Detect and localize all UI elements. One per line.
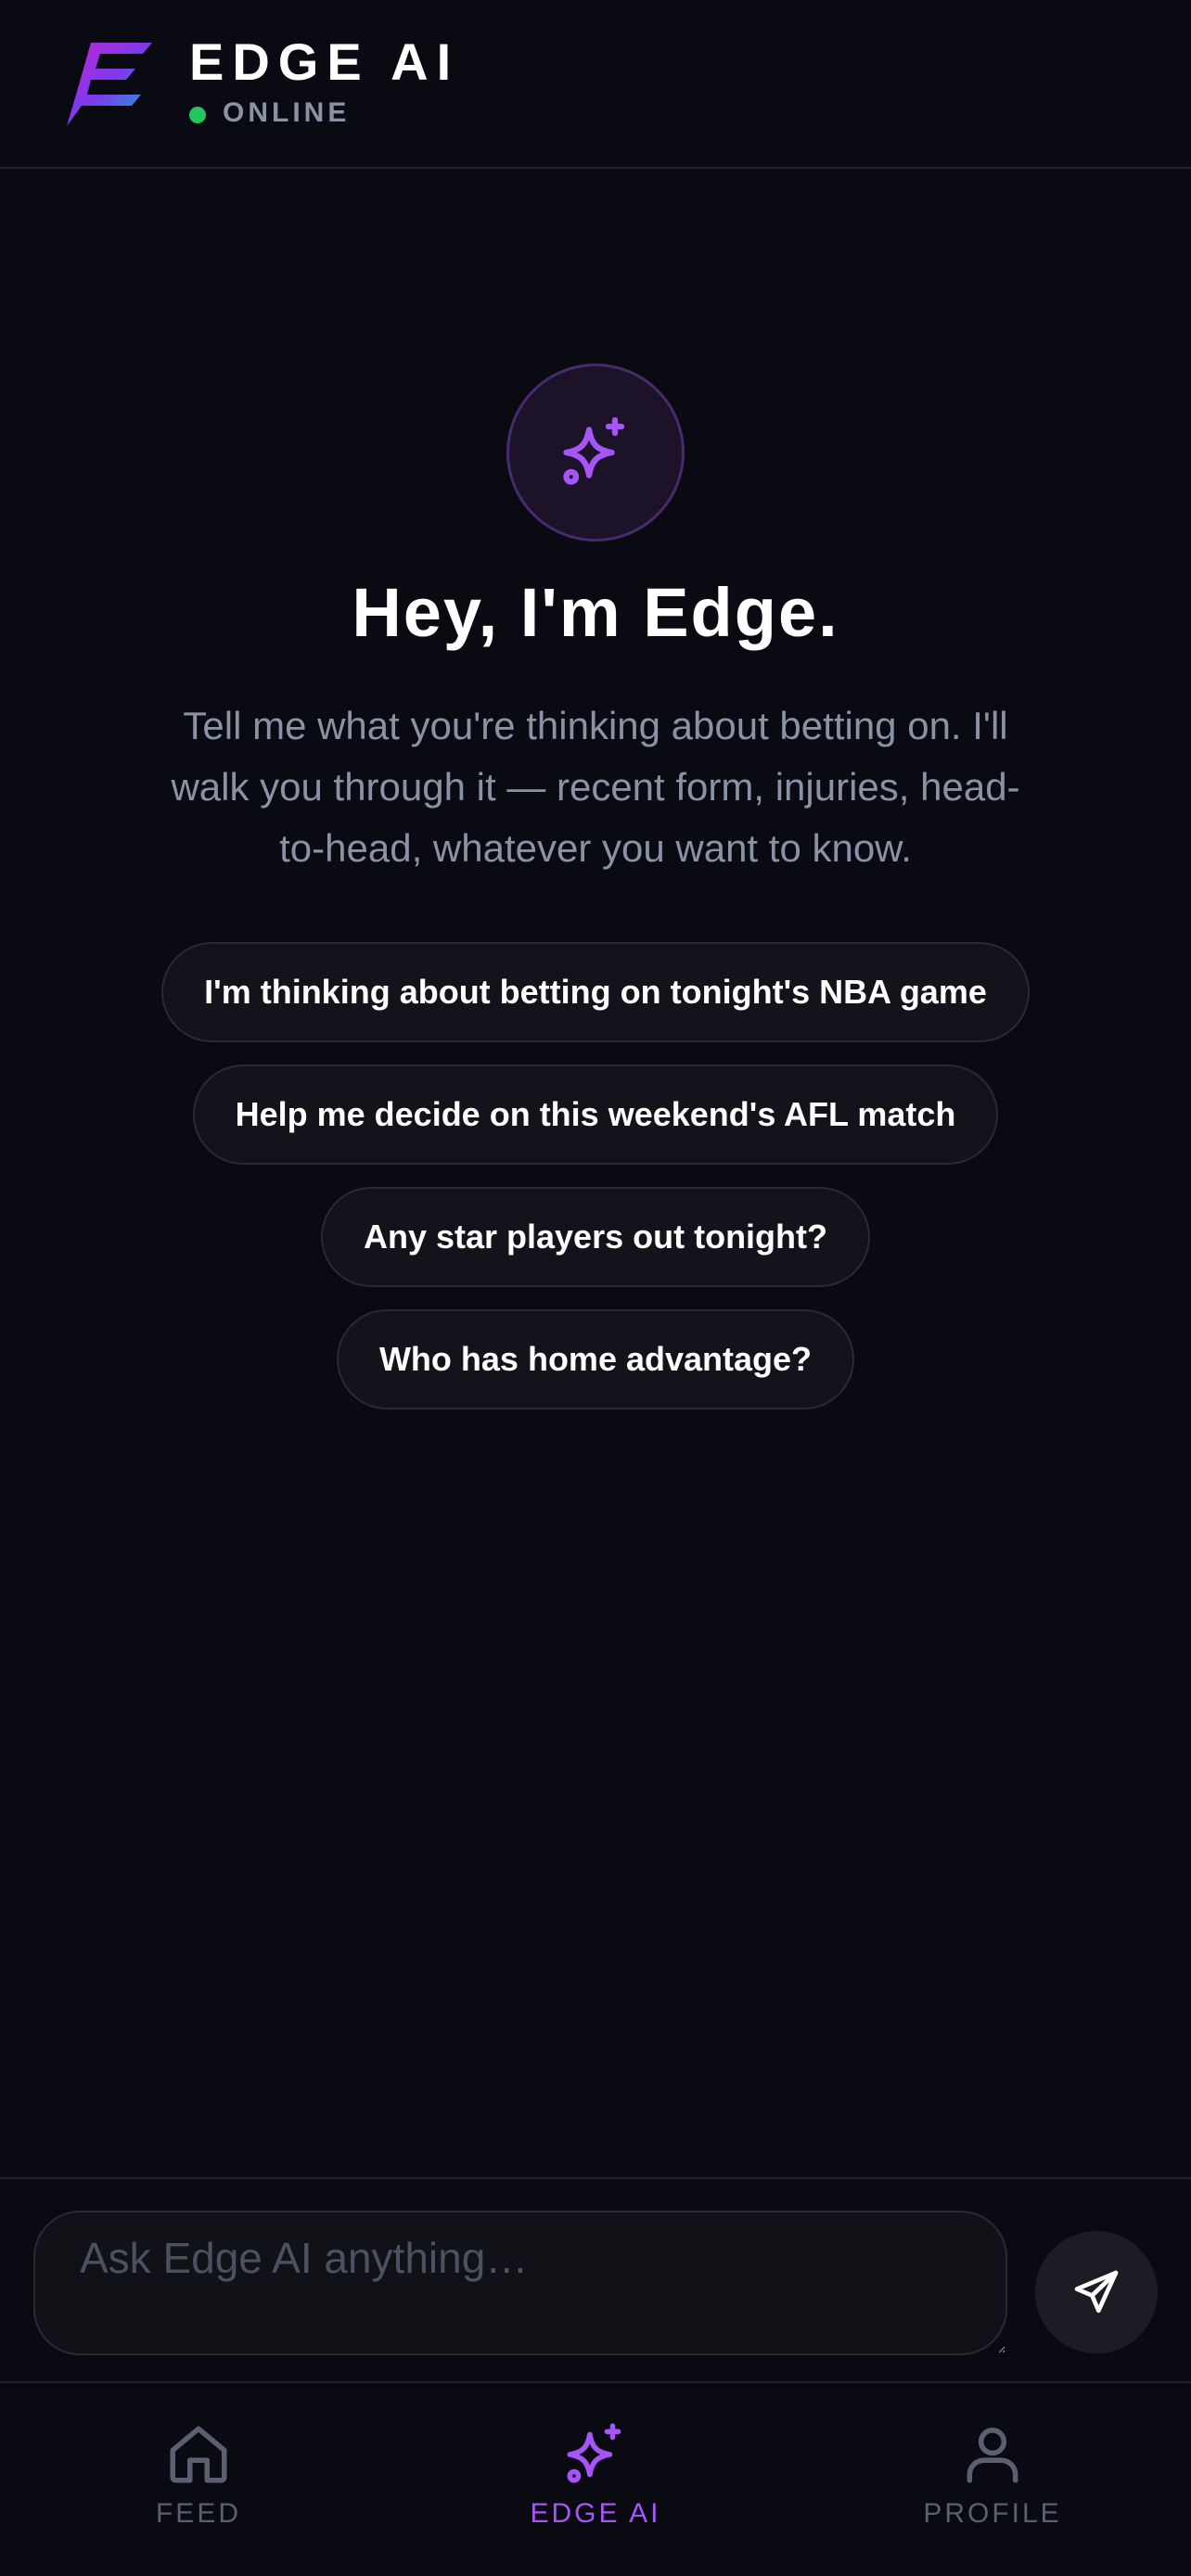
nav-label-edge-ai: EDGE AI: [530, 2498, 661, 2529]
nav-label-feed: FEED: [155, 2498, 241, 2529]
nav-label-profile: PROFILE: [923, 2498, 1062, 2529]
user-icon: [967, 2428, 1018, 2483]
message-input[interactable]: [33, 2211, 1007, 2355]
online-status: ONLINE: [189, 96, 350, 130]
welcome-title: Hey, I'm Edge.: [352, 574, 839, 651]
nav-item-feed[interactable]: FEED: [87, 2420, 310, 2541]
suggestion-chip-nba[interactable]: I'm thinking about betting on tonight's …: [161, 942, 1030, 1042]
app-title: EDGE AI: [189, 32, 460, 91]
nav-item-edge-ai[interactable]: EDGE AI: [484, 2420, 707, 2541]
suggestion-chip-home-advantage[interactable]: Who has home advantage?: [336, 1309, 855, 1409]
bottom-navigation: FEED EDGE AI PROFILE: [0, 2381, 1191, 2576]
nav-item-profile[interactable]: PROFILE: [881, 2420, 1104, 2541]
home-icon: [170, 2426, 227, 2483]
status-text: ONLINE: [223, 97, 351, 128]
app-header: EDGE AI ONLINE: [0, 0, 1191, 169]
welcome-subtitle: Tell me what you're thinking about betti…: [171, 704, 1020, 870]
message-composer: [0, 2177, 1191, 2381]
edge-logo-icon: [67, 43, 152, 126]
status-dot: [189, 107, 206, 123]
send-button[interactable]: [1035, 2231, 1158, 2353]
suggestion-chip-injuries[interactable]: Any star players out tonight?: [320, 1187, 871, 1287]
suggestion-chip-afl[interactable]: Help me decide on this weekend's AFL mat…: [192, 1065, 999, 1165]
sparkles-icon: [567, 2423, 621, 2483]
suggestion-list: I'm thinking about betting on tonight's …: [0, 942, 1191, 1432]
app-screen: EDGE AI ONLINE Hey, I'm Edge. Tell me wh…: [0, 0, 1191, 2576]
sparkles-icon: [563, 416, 625, 485]
send-icon: [1074, 2270, 1119, 2314]
hero-sparkles-badge: [506, 363, 685, 542]
